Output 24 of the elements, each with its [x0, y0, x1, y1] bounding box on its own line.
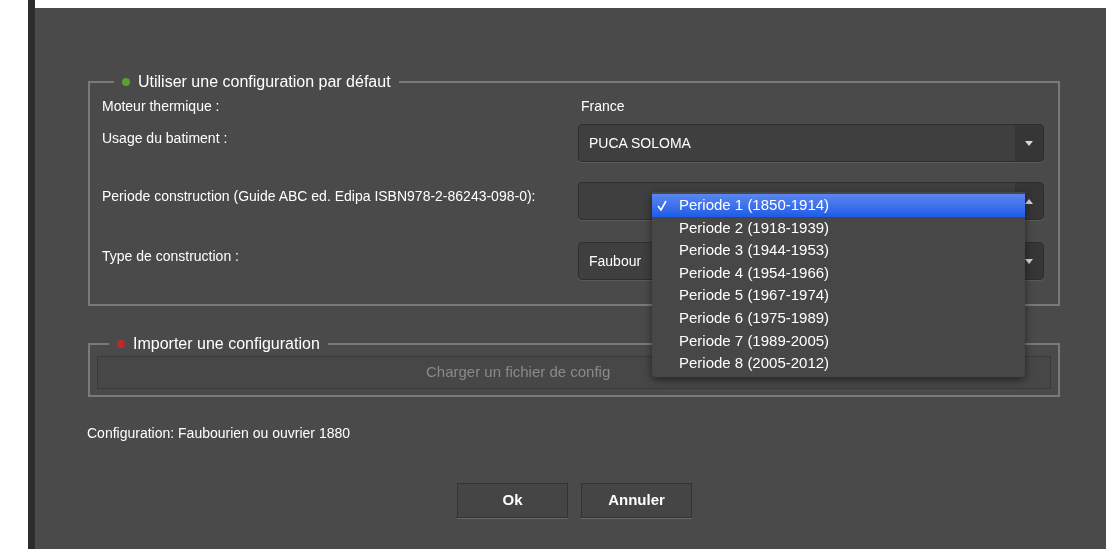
caret-down-icon	[1025, 140, 1033, 146]
configuration-text: Configuration: Faubourien ou ouvrier 1880	[87, 424, 352, 443]
dialog-button[interactable]: Annuler	[581, 483, 692, 518]
caret-down-icon	[1025, 258, 1033, 264]
dropdown-option[interactable]: Periode 5 (1967-1974)	[652, 284, 1025, 307]
caret-up-icon	[1025, 198, 1033, 204]
field-value: France	[580, 97, 625, 116]
group-title: Utiliser une configuration par défaut	[138, 72, 391, 92]
select-value: PUCA SOLOMA	[589, 133, 691, 153]
dropdown-option[interactable]: Periode 4 (1954-1966)	[652, 261, 1025, 285]
dropdown-option[interactable]: Periode 6 (1975-1989)	[652, 306, 1025, 330]
select-value: Faubour	[589, 251, 642, 271]
group-title: Importer une configuration	[133, 334, 320, 354]
checkmark-icon	[657, 199, 667, 211]
dropdown-select[interactable]: PUCA SOLOMA	[578, 124, 1044, 162]
dropdown-option[interactable]: Periode 1 (1850-1914)	[652, 194, 1025, 217]
field-label: Type de construction :	[102, 247, 240, 266]
field-label: Moteur thermique :	[102, 97, 221, 116]
dropdown-option[interactable]: Periode 7 (1989-2005)	[652, 329, 1025, 353]
dropdown-option[interactable]: Periode 2 (1918-1939)	[652, 216, 1025, 240]
field-label: Periode construction (Guide ABC ed. Edipa ISBN978-2-86243-098-0):	[102, 187, 537, 206]
dialog-button[interactable]: Ok	[457, 483, 568, 518]
dropdown-option[interactable]: Periode 3 (1944-1953)	[652, 239, 1025, 262]
field-label: Usage du batiment :	[102, 129, 229, 148]
